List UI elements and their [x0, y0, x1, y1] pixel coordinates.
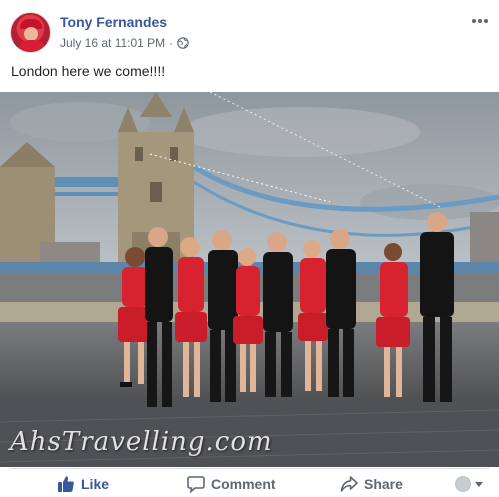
globe-icon[interactable] [177, 37, 189, 49]
author-name[interactable]: Tony Fernandes [60, 14, 167, 30]
author-avatar[interactable] [10, 12, 51, 53]
actions-divider [10, 468, 489, 469]
comment-label: Comment [211, 475, 276, 492]
share-label: Share [364, 475, 403, 492]
post-timestamp[interactable]: July 16 at 11:01 PM [60, 36, 165, 50]
photo-watermark: AhsTravelling.com [10, 427, 273, 457]
post-header: Tony Fernandes July 16 at 11:01 PM · [10, 12, 490, 54]
post-actions-bar: Like Comment Share [0, 470, 499, 497]
facebook-post: Tony Fernandes July 16 at 11:01 PM · Lon… [0, 0, 499, 497]
meta-separator: · [169, 36, 174, 50]
tower-bridge-group-photo [0, 92, 499, 467]
share-arrow-icon [340, 475, 358, 492]
chevron-down-icon [475, 481, 483, 487]
post-meta: July 16 at 11:01 PM · [60, 36, 189, 50]
like-label: Like [81, 475, 110, 492]
post-photo[interactable] [0, 92, 499, 467]
share-button[interactable]: Share [340, 475, 403, 493]
comment-bubble-icon [187, 475, 205, 493]
comment-button[interactable]: Comment [187, 475, 276, 493]
reaction-identity-selector[interactable] [455, 476, 483, 492]
post-text: London here we come!!!! [11, 63, 166, 79]
more-options-icon[interactable] [470, 12, 490, 30]
user-mini-avatar [455, 476, 471, 492]
like-button[interactable]: Like [57, 475, 109, 493]
thumbs-up-icon [58, 475, 74, 492]
